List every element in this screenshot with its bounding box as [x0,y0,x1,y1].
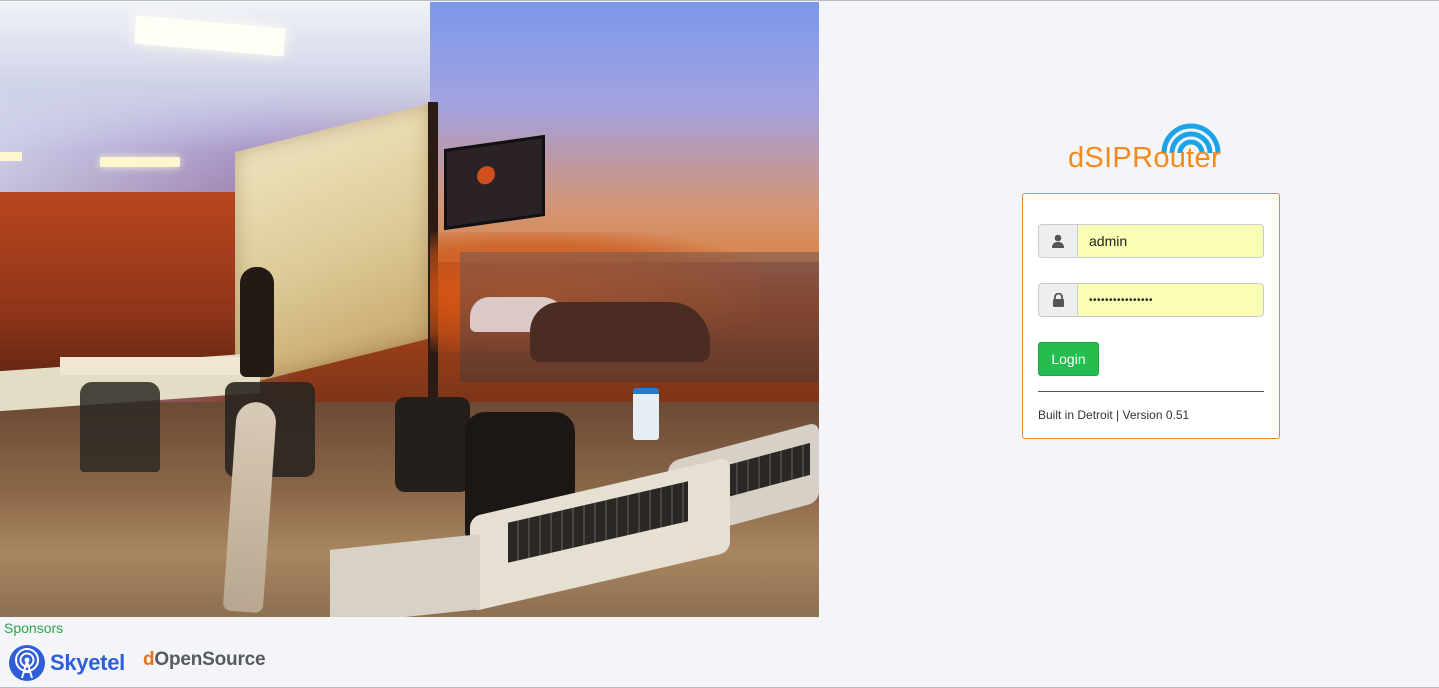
version-footer: Built in Detroit | Version 0.51 [1038,408,1190,422]
login-button[interactable]: Login [1038,342,1099,376]
desk [60,357,250,375]
box [330,534,480,617]
hero-photo [0,2,819,617]
office-chair [80,382,160,472]
skyetel-logo-icon [9,645,45,681]
user-icon [1052,234,1064,248]
password-addon [1038,283,1077,317]
logo-text: dSIPRouter [1068,142,1221,174]
wipes-container [633,388,659,440]
dsiprouter-logo: dSIPRouter [1068,119,1238,177]
dopensource-d: d [143,649,155,670]
username-addon [1038,224,1077,258]
username-input[interactable]: admin [1077,224,1264,258]
person [240,267,274,377]
password-group: •••••••••••••••• [1038,283,1264,317]
divider [1038,391,1264,392]
wall-tv [444,134,545,231]
lock-icon [1052,293,1064,307]
skyetel-wordmark: Skyetel [50,650,125,675]
ceiling-light [100,157,180,167]
login-form: admin •••••••••••••••• Login Built in De… [1022,193,1280,439]
sponsors-label: Sponsors [4,620,64,636]
office-chair [395,397,470,492]
ceiling-light [0,152,22,161]
skyetel-sponsor-link[interactable]: Skyetel [8,643,125,683]
parked-car [530,302,710,362]
password-input[interactable]: •••••••••••••••• [1077,283,1264,317]
dopensource-wordmark: OpenSource [154,649,266,670]
username-group: admin [1038,224,1264,258]
dopensource-sponsor-link[interactable]: dOpenSource [143,649,266,671]
